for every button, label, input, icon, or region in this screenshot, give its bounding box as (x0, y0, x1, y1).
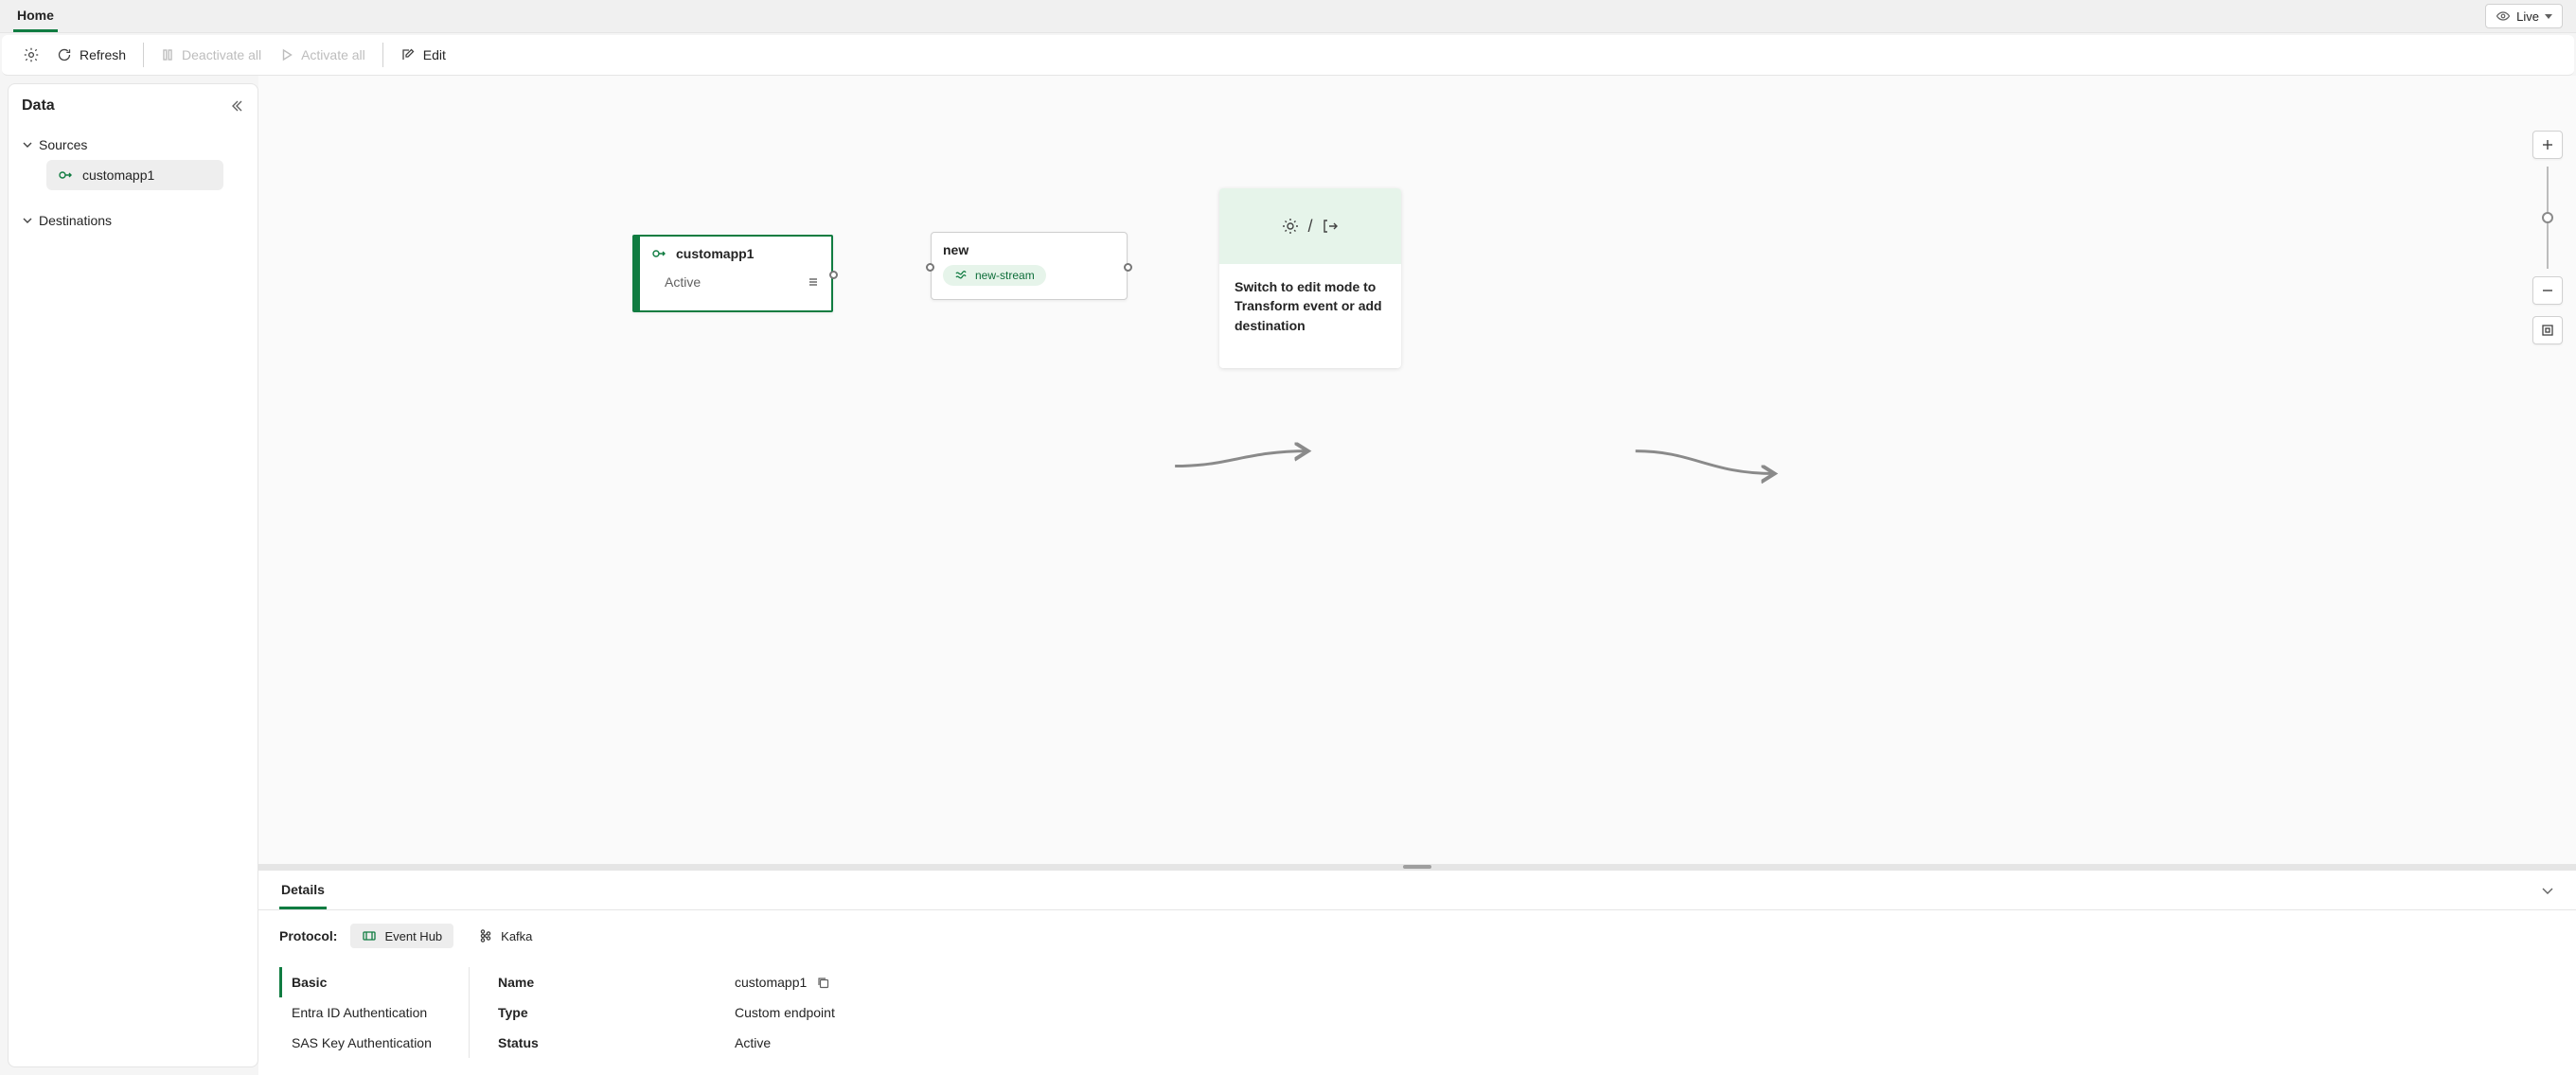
protocol-eventhub[interactable]: Event Hub (350, 924, 453, 948)
kafka-icon (478, 928, 493, 943)
node-new[interactable]: new new-stream (931, 232, 1128, 300)
node-new-title: new (943, 242, 1115, 265)
transform-icon (1281, 217, 1300, 236)
protocol-label: Protocol: (279, 928, 337, 943)
eventhub-icon (362, 928, 377, 943)
toolbar-separator (143, 43, 144, 67)
toolbar: Refresh Deactivate all Activate all Edit (2, 35, 2574, 76)
protocol-kafka-label: Kafka (501, 929, 532, 943)
refresh-button[interactable]: Refresh (47, 42, 135, 68)
sidebar-title: Data (22, 97, 55, 115)
chevron-down-icon (22, 215, 33, 226)
endpoint-icon (651, 246, 666, 261)
stream-icon (954, 269, 968, 282)
eye-icon (2496, 9, 2511, 24)
zoom-thumb[interactable] (2542, 212, 2553, 223)
node-source-customapp1[interactable]: customapp1 Active (632, 235, 833, 312)
port-out[interactable] (829, 271, 838, 279)
fit-icon (2541, 324, 2554, 337)
details-nav-basic[interactable]: Basic (279, 967, 450, 997)
zoom-in-button[interactable] (2532, 131, 2563, 159)
field-type-key: Type (498, 1005, 735, 1020)
port-in[interactable] (926, 263, 934, 272)
stream-label: new-stream (975, 269, 1035, 282)
tab-home[interactable]: Home (13, 0, 58, 32)
details-nav-sas[interactable]: SAS Key Authentication (279, 1028, 450, 1058)
live-label: Live (2516, 9, 2539, 24)
field-name-key: Name (498, 975, 735, 990)
sources-label: Sources (39, 137, 87, 152)
activate-all-label: Activate all (301, 47, 365, 62)
node-destination-placeholder[interactable]: / Switch to edit mode to Transform event… (1219, 188, 1401, 368)
details-divider (469, 967, 470, 1058)
minus-icon (2541, 284, 2554, 297)
slash: / (1307, 217, 1312, 237)
output-icon (1321, 217, 1340, 236)
zoom-out-button[interactable] (2532, 276, 2563, 305)
endpoint-icon (58, 167, 73, 183)
protocol-eventhub-label: Event Hub (384, 929, 442, 943)
edit-label: Edit (423, 47, 446, 62)
destinations-label: Destinations (39, 213, 112, 228)
details-nav: Basic Entra ID Authentication SAS Key Au… (279, 967, 450, 1058)
fit-view-button[interactable] (2532, 316, 2563, 344)
menu-icon[interactable] (807, 275, 820, 289)
refresh-label: Refresh (80, 47, 126, 62)
port-out[interactable] (1124, 263, 1132, 272)
deactivate-all-button[interactable]: Deactivate all (151, 42, 271, 68)
stream-pill[interactable]: new-stream (943, 265, 1046, 286)
zoom-slider[interactable] (2547, 167, 2549, 269)
details-panel: Details Protocol: Event Hub (258, 870, 2576, 1075)
protocol-kafka[interactable]: Kafka (467, 924, 543, 948)
zoom-controls (2532, 131, 2563, 344)
deactivate-all-label: Deactivate all (182, 47, 261, 62)
play-icon (280, 48, 293, 62)
chevron-down-icon (2545, 14, 2552, 19)
details-table: Name customapp1 Type Custom endpoint (489, 967, 2555, 1058)
sidebar-section-sources[interactable]: Sources (9, 130, 258, 160)
field-name-val: customapp1 (735, 975, 807, 990)
activate-all-button[interactable]: Activate all (271, 42, 375, 68)
gear-icon (23, 46, 40, 63)
tab-details[interactable]: Details (279, 871, 327, 909)
field-type-val: Custom endpoint (735, 1005, 835, 1020)
sidebar-item-customapp1[interactable]: customapp1 (46, 160, 223, 190)
sidebar-section-destinations[interactable]: Destinations (9, 205, 258, 236)
refresh-icon (57, 47, 72, 62)
toolbar-separator (382, 43, 383, 67)
node-source-title: customapp1 (676, 246, 754, 261)
connections (258, 76, 2576, 864)
copy-icon[interactable] (816, 976, 830, 990)
chevron-down-icon (22, 139, 33, 150)
node-source-status: Active (665, 274, 701, 290)
collapse-details-icon[interactable] (2540, 883, 2555, 898)
dest-placeholder-text: Switch to edit mode to Transform event o… (1219, 264, 1401, 348)
edit-button[interactable]: Edit (391, 42, 455, 68)
settings-button[interactable] (15, 41, 47, 69)
field-status-key: Status (498, 1035, 735, 1050)
pause-icon (161, 48, 174, 62)
plus-icon (2541, 138, 2554, 151)
edit-icon (400, 47, 416, 62)
live-mode-dropdown[interactable]: Live (2485, 4, 2563, 28)
sidebar-item-label: customapp1 (82, 167, 154, 183)
sidebar: Data Sources customapp1 Destinations (8, 83, 258, 1067)
field-status-val: Active (735, 1035, 771, 1050)
canvas[interactable]: customapp1 Active new new-stream (258, 76, 2576, 864)
splitter[interactable] (258, 864, 2576, 870)
details-nav-entra[interactable]: Entra ID Authentication (279, 997, 450, 1028)
collapse-sidebar-icon[interactable] (229, 98, 244, 114)
